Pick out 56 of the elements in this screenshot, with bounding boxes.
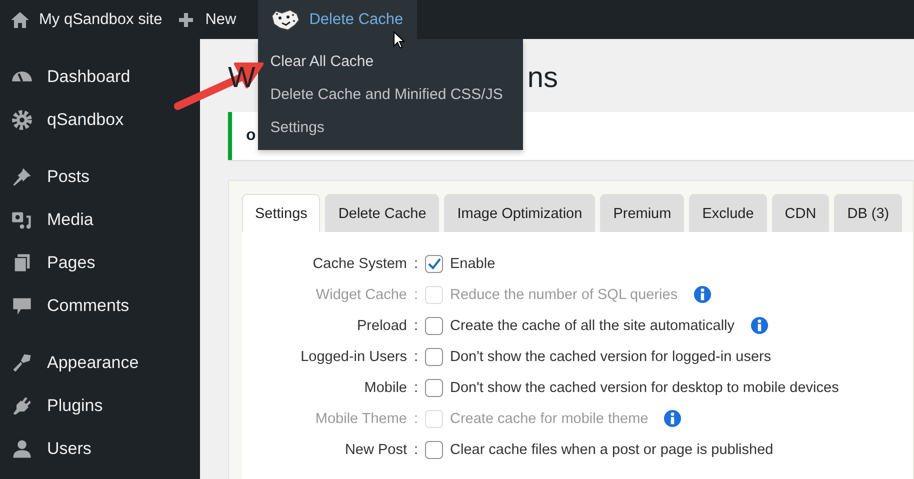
user-icon: [11, 438, 33, 460]
sidebar-item[interactable]: Media: [0, 198, 200, 241]
tab[interactable]: Delete Cache: [325, 194, 440, 232]
separator: :: [412, 286, 420, 302]
checkbox[interactable]: [425, 378, 443, 396]
settings-icon: [11, 108, 33, 130]
checkbox[interactable]: [425, 440, 443, 458]
brush-icon: [11, 352, 33, 374]
tab[interactable]: DB (3): [834, 194, 902, 232]
option-description: Create the cache of all the site automatically: [450, 318, 735, 334]
option-label: Cache System: [312, 256, 407, 272]
checkbox[interactable]: [425, 316, 443, 334]
separator: :: [412, 256, 420, 272]
site-link[interactable]: My qSandbox site: [10, 0, 176, 39]
sidebar-item[interactable]: Dashboard: [0, 55, 200, 98]
new-link[interactable]: New: [176, 0, 250, 39]
option-description: Enable: [450, 256, 496, 272]
checkbox[interactable]: [425, 254, 443, 272]
menu-item[interactable]: Settings: [258, 111, 524, 144]
option-description: Don't show the cached version for desktop to mobile devices: [450, 380, 839, 396]
sidebar-item[interactable]: qSandbox: [0, 98, 200, 141]
pin-icon: [11, 166, 33, 188]
home-icon: [10, 10, 30, 30]
option-label: Preload: [356, 318, 407, 334]
sidebar-item[interactable]: Comments: [0, 284, 200, 327]
sidebar-item[interactable]: Posts: [0, 155, 200, 198]
separator: :: [412, 380, 420, 396]
option-description: Create cache for mobile theme: [450, 410, 648, 426]
plug-icon: [11, 394, 33, 416]
option-label: Logged-in Users: [300, 348, 407, 364]
tab[interactable]: Premium: [600, 194, 684, 232]
sidebar-item[interactable]: Plugins: [0, 384, 200, 427]
info-icon[interactable]: [750, 316, 769, 335]
separator: :: [412, 410, 420, 426]
option-description: Don't show the cached version for logged-in users: [450, 348, 772, 364]
separator: :: [412, 318, 420, 334]
cursor-icon: [393, 31, 405, 49]
option-label: New Post: [344, 442, 407, 458]
tab[interactable]: CDN: [772, 194, 830, 232]
option-label: Mobile Theme: [314, 410, 407, 426]
page-title: ns: [527, 62, 558, 95]
option-description: Clear cache files when a post or page is published: [450, 442, 774, 458]
separator: :: [412, 442, 420, 458]
menu-item[interactable]: Delete Cache and Minified CSS/JS: [258, 78, 524, 111]
checkbox[interactable]: [425, 348, 443, 366]
option-label: Widget Cache: [314, 286, 407, 302]
option-description: Reduce the number of SQL queries: [450, 286, 678, 302]
option-label: Mobile: [363, 380, 407, 396]
tab[interactable]: Settings: [242, 194, 320, 232]
separator: :: [412, 348, 420, 364]
tab[interactable]: Exclude: [689, 194, 767, 232]
tab[interactable]: Image Optimization: [444, 194, 596, 232]
menu-item[interactable]: Clear All Cache: [258, 45, 524, 78]
sidebar-item[interactable]: Pages: [0, 241, 200, 284]
sidebar-item[interactable]: Appearance: [0, 341, 200, 384]
sidebar-item[interactable]: Users: [0, 427, 200, 470]
